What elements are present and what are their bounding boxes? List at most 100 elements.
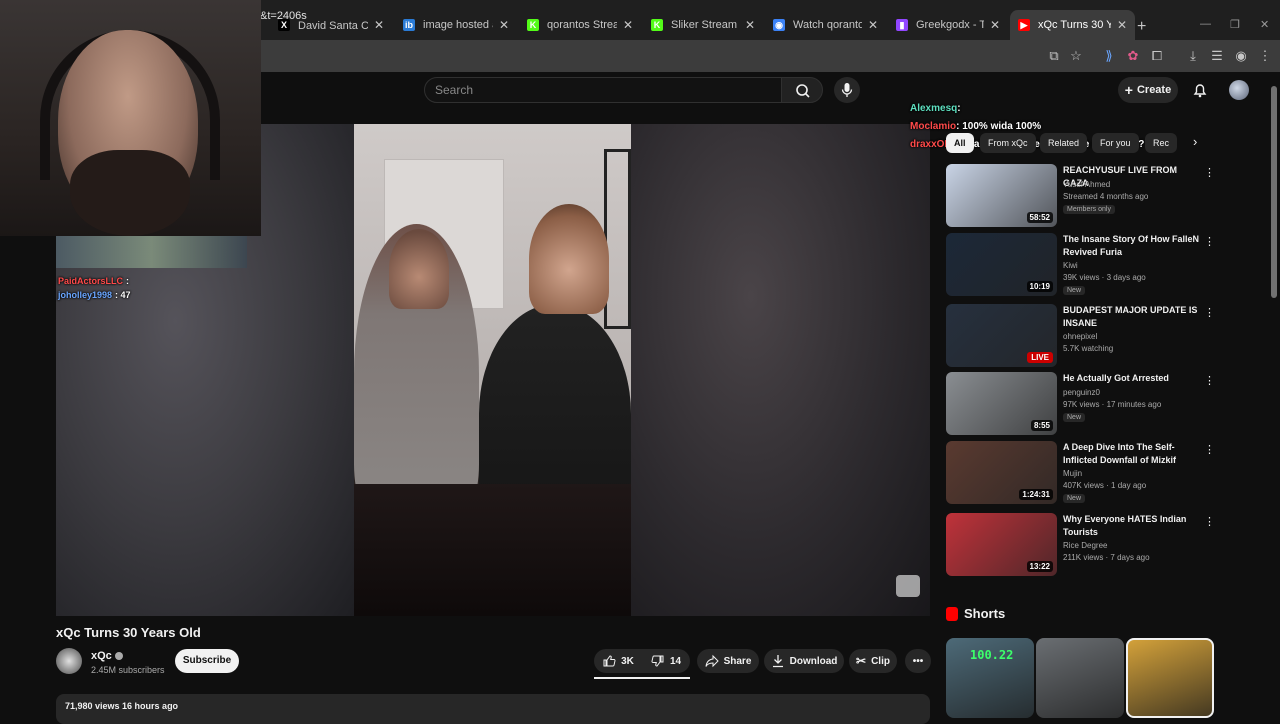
tab-close-icon[interactable]: ✕: [623, 18, 633, 32]
more-vert-icon[interactable]: ⋮: [1204, 235, 1215, 248]
bookmark-star-icon[interactable]: ☆: [1067, 47, 1085, 65]
browser-menu-icon[interactable]: ⋮: [1256, 47, 1274, 65]
extension-icon-2[interactable]: ✿: [1124, 47, 1142, 65]
browser-tab[interactable]: ▮ Greekgodx - Twitch ✕: [888, 10, 1008, 40]
chat-separator: :: [957, 103, 961, 114]
recommended-video[interactable]: 1:24:31 A Deep Dive Into The Self-Inflict…: [946, 441, 1215, 505]
browser-tab[interactable]: K Sliker Stream - Watc ✕: [643, 10, 763, 40]
recommended-video[interactable]: 13:22 Why Everyone HATES Indian Tourists R…: [946, 513, 1215, 577]
recommendation-channel[interactable]: Mujin: [1063, 469, 1082, 478]
recommendation-channel[interactable]: Kiwi: [1063, 261, 1078, 270]
recommended-video[interactable]: 58:52 REACHYUSUF LIVE FROM GAZA Yusuf Ahme…: [946, 164, 1215, 228]
share-label: Share: [723, 655, 752, 667]
recommendation-channel[interactable]: ohnepixel: [1063, 332, 1097, 341]
like-button[interactable]: 3K: [594, 649, 642, 673]
chat-username: Alexmesq: [910, 103, 958, 114]
video-thumbnail[interactable]: 13:22: [946, 513, 1057, 576]
tab-close-icon[interactable]: ✕: [374, 18, 384, 32]
channel-avatar[interactable]: [56, 648, 82, 674]
recommendation-channel[interactable]: penguinz0: [1063, 388, 1100, 397]
browser-tab[interactable]: ib image hosted at Img ✕: [395, 10, 517, 40]
chips-next-chevron-icon[interactable]: ›: [1193, 134, 1197, 149]
tab-close-icon[interactable]: ✕: [499, 18, 509, 32]
share-button[interactable]: Share: [697, 649, 759, 673]
more-vert-icon[interactable]: ⋮: [1204, 443, 1215, 456]
voice-search-button[interactable]: [834, 77, 860, 103]
extension-icon[interactable]: ⟫: [1100, 47, 1118, 65]
maximize-button[interactable]: ❐: [1230, 18, 1240, 31]
more-vert-icon[interactable]: ⋮: [1204, 306, 1215, 319]
live-badge: LIVE: [1027, 352, 1053, 363]
search-button[interactable]: [781, 77, 823, 103]
tab-close-icon[interactable]: ✕: [990, 18, 1000, 32]
extensions-puzzle-icon[interactable]: ⧠: [1148, 47, 1166, 65]
filter-chip[interactable]: From xQc: [980, 133, 1036, 153]
recommendation-title: A Deep Dive Into The Self-Inflicted Down…: [1063, 442, 1176, 465]
new-tab-button[interactable]: +: [1137, 18, 1146, 36]
dislike-button[interactable]: 14: [642, 649, 690, 673]
scrollbar[interactable]: [1271, 86, 1277, 298]
close-window-button[interactable]: ✕: [1260, 18, 1269, 31]
tab-close-icon[interactable]: ✕: [1117, 18, 1127, 32]
duration-badge: 10:19: [1026, 281, 1053, 292]
reading-list-icon[interactable]: ☰: [1208, 47, 1226, 65]
imgbb-logo-icon: ib: [403, 19, 415, 31]
chat-message: Moclamio: 100% wida 100%: [910, 121, 1041, 132]
short-thumbnail[interactable]: [1036, 638, 1124, 718]
recommended-video[interactable]: 10:19 The Insane Story Of How FalleN Revi…: [946, 233, 1215, 297]
browser-tab[interactable]: ▶ xQc Turns 30 Years O ✕: [1010, 10, 1135, 40]
recommendation-channel[interactable]: Yusuf Ahmed: [1063, 180, 1110, 189]
browser-tab[interactable]: Kqorantos Stream - W ✕: [519, 10, 641, 40]
recommendation-title: BUDAPEST MAJOR UPDATE IS INSANE: [1063, 305, 1198, 328]
more-vert-icon[interactable]: ⋮: [1204, 515, 1215, 528]
short-thumbnail[interactable]: 100.22: [946, 638, 1034, 718]
video-thumbnail[interactable]: 8:55: [946, 372, 1057, 435]
duration-badge: 58:52: [1026, 212, 1053, 223]
video-thumbnail[interactable]: 1:24:31: [946, 441, 1057, 504]
video-thumbnail[interactable]: 10:19: [946, 233, 1057, 296]
tab-close-icon[interactable]: ✕: [868, 18, 878, 32]
plus-icon: +: [1124, 82, 1133, 98]
recommended-video[interactable]: 8:55 He Actually Got Arrested penguinz0 97K…: [946, 372, 1215, 436]
minimize-button[interactable]: —: [1200, 18, 1211, 30]
recommendation-meta: 211K views · 7 days ago: [1063, 553, 1150, 562]
door-frame-shape: [604, 149, 631, 329]
browser-tab[interactable]: ◉ Watch qorantos slike ✕: [765, 10, 886, 40]
channel-name[interactable]: xQc: [91, 650, 123, 662]
filter-chip[interactable]: Rec: [1145, 133, 1178, 153]
shorts-label: Shorts: [964, 606, 1006, 621]
account-avatar[interactable]: [1229, 80, 1249, 100]
notifications-button[interactable]: [1190, 80, 1210, 100]
video-blur-right: [631, 124, 930, 616]
filter-chip[interactable]: Related: [1040, 133, 1088, 153]
recommended-video[interactable]: LIVE BUDAPEST MAJOR UPDATE IS INSANE ohnep…: [946, 304, 1215, 368]
download-button[interactable]: Download: [764, 649, 844, 673]
more-vert-icon[interactable]: ⋮: [1204, 166, 1215, 179]
tab-label: Watch qorantos slike: [793, 19, 862, 31]
url-text[interactable]: &t=2406s: [260, 10, 307, 22]
short-thumbnail[interactable]: [1126, 638, 1214, 718]
tab-close-icon[interactable]: ✕: [745, 18, 755, 32]
webcam-overlay: [0, 0, 261, 236]
table-shape: [354, 484, 631, 616]
chat-username: Moclamio: [910, 121, 957, 132]
twitch-logo-icon: ▮: [896, 19, 908, 31]
profile-icon[interactable]: ◉: [1232, 47, 1250, 65]
install-app-icon[interactable]: ⧉: [1045, 47, 1063, 65]
subscribe-button[interactable]: Subscribe: [175, 649, 239, 673]
more-actions-button[interactable]: •••: [905, 649, 931, 673]
more-vert-icon[interactable]: ⋮: [1204, 374, 1215, 387]
clip-button[interactable]: ✂ Clip: [849, 649, 897, 673]
duration-badge: 1:24:31: [1019, 489, 1053, 500]
search-input[interactable]: Search: [424, 77, 782, 103]
create-button[interactable]: + Create: [1118, 77, 1178, 103]
thumbs-down-icon: [651, 655, 664, 667]
tab-label: image hosted at Img: [423, 19, 493, 31]
filter-chip[interactable]: All: [946, 133, 974, 153]
video-thumbnail[interactable]: 58:52: [946, 164, 1057, 227]
recommendation-channel[interactable]: Rice Degree: [1063, 541, 1107, 550]
video-thumbnail[interactable]: LIVE: [946, 304, 1057, 367]
tab-label: David Santa Carla 〰: [298, 20, 368, 32]
download-icon[interactable]: ⤓: [1184, 47, 1202, 65]
filter-chip[interactable]: For you: [1092, 133, 1139, 153]
